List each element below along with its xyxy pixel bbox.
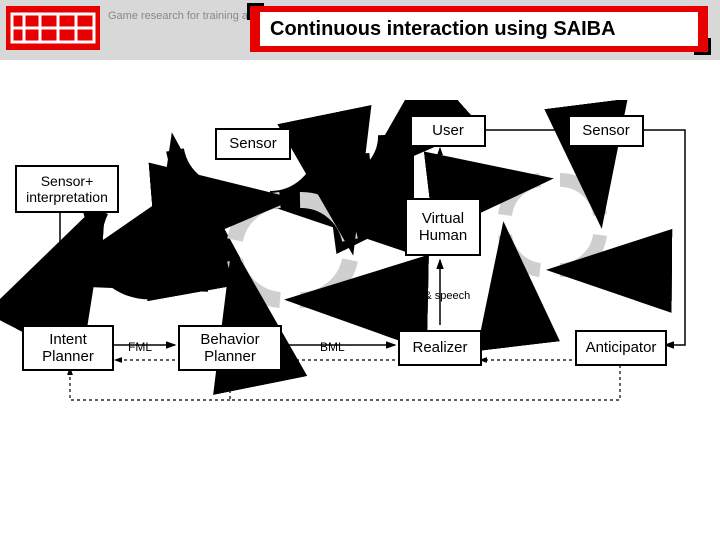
box-user: User [410, 115, 486, 147]
label-movement-speech: movement & speech [370, 290, 470, 302]
box-sensor-mid: Sensor [215, 128, 291, 160]
gate-logo [6, 6, 100, 50]
slide-header: Game research for training and entertain… [0, 0, 720, 60]
saiba-diagram: User Sensor Sensor Sensor+ interpretatio… [0, 100, 720, 420]
box-behavior-planner: Behavior Planner [178, 325, 282, 371]
box-virtual-human: Virtual Human [405, 198, 481, 256]
box-intent-planner: Intent Planner [22, 325, 114, 371]
label-fml: FML [128, 340, 152, 354]
box-realizer: Realizer [398, 330, 482, 366]
title-banner: Continuous interaction using SAIBA [250, 6, 708, 52]
box-sensor-right: Sensor [568, 115, 644, 147]
box-sensor-interpretation: Sensor+ interpretation [15, 165, 119, 213]
page-title: Continuous interaction using SAIBA [260, 12, 698, 46]
label-bml: BML [320, 340, 345, 354]
diagram-arrows [0, 100, 720, 420]
box-anticipator: Anticipator [575, 330, 667, 366]
